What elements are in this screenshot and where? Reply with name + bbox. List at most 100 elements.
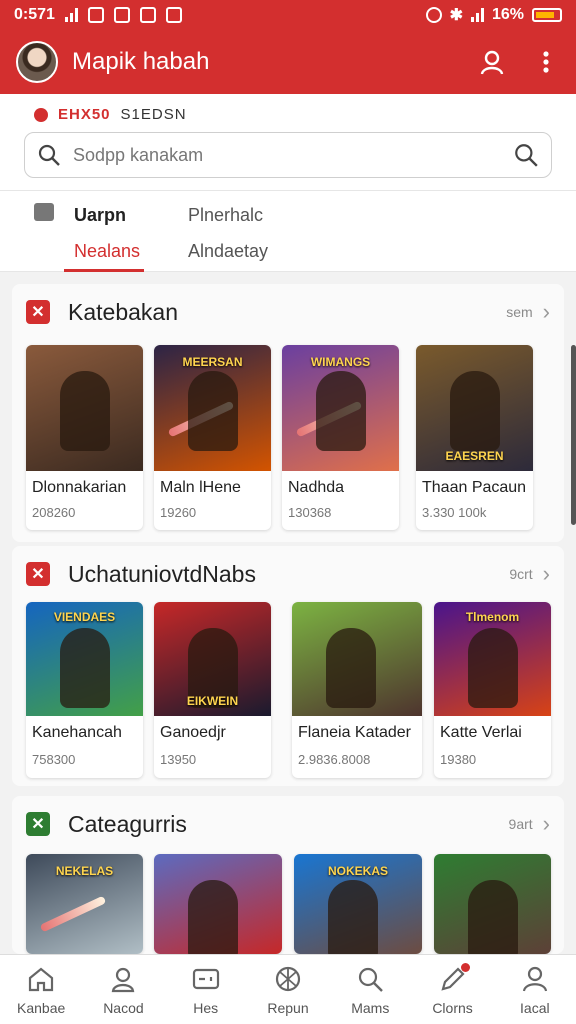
game-card[interactable]: Dlonnakarian 208260: [26, 345, 143, 530]
game-thumbnail: [154, 854, 282, 954]
game-card[interactable]: MEERSAN Maln lHene 19260: [154, 345, 271, 530]
tab-plnerhalc[interactable]: Plnerhalc: [188, 205, 263, 226]
game-count: 19380: [440, 752, 477, 767]
status-time: 0:571: [14, 6, 55, 23]
section-header[interactable]: ✕ Katebakan sem ›: [26, 284, 550, 340]
tab-bar: Uarpn Plnerhalc Nealans Alndaetay: [0, 190, 576, 272]
game-thumbnail: EIKWEIN: [154, 602, 271, 716]
tab-nealans[interactable]: Nealans: [74, 241, 140, 262]
profile-icon: [522, 966, 547, 991]
avatar[interactable]: [16, 41, 58, 83]
game-thumbnail: WIMANGS: [282, 345, 399, 471]
bottom-navigation: Kanbae Nacod Hes Repun Mams Clorns Iacal: [0, 954, 576, 1024]
section-title: Cateagurris: [68, 810, 187, 837]
tab-uarpn[interactable]: Uarpn: [74, 205, 126, 226]
see-more-link[interactable]: 9art: [509, 816, 533, 832]
game-thumbnail: [434, 854, 551, 954]
promo-code: EHX50: [58, 106, 111, 123]
game-title: Flaneia Katader: [298, 724, 411, 741]
nav-label: Iacal: [520, 999, 550, 1016]
nav-item-nacod[interactable]: Nacod: [82, 955, 164, 1024]
see-more-link[interactable]: 9crt: [509, 566, 532, 582]
search-input[interactable]: [73, 144, 513, 166]
chevron-right-icon[interactable]: ›: [543, 561, 550, 587]
wifi-icon: [470, 8, 484, 22]
nav-label: Kanbae: [17, 999, 66, 1016]
game-title: Nadhda: [288, 479, 345, 496]
mail-icon: [34, 203, 54, 221]
nav-label: Hes: [193, 999, 219, 1016]
alarm-icon: [425, 7, 442, 23]
signal-icon: [64, 8, 78, 22]
section-title: Katebakan: [68, 298, 178, 325]
nav-item-iacal[interactable]: Iacal: [494, 955, 576, 1024]
game-title: Ganoedjr: [160, 724, 226, 741]
nav-label: Mams: [351, 999, 390, 1016]
search-bar[interactable]: [24, 132, 552, 178]
more-vert-icon[interactable]: [532, 48, 560, 76]
game-card[interactable]: WIMANGS Nadhda 130368: [282, 345, 399, 530]
notification-icon: [87, 7, 104, 23]
section-katebakan: ✕ Katebakan sem › Dlonnakarian 208260 ME…: [12, 284, 564, 542]
nav-item-repun[interactable]: Repun: [247, 955, 329, 1024]
game-count: 758300: [32, 752, 76, 767]
pin-icon: [34, 107, 48, 122]
game-count: 208260: [32, 505, 76, 520]
active-tab-indicator: [64, 269, 144, 272]
category-badge-icon: ✕: [26, 562, 50, 586]
chevron-right-icon[interactable]: ›: [543, 299, 550, 325]
game-card[interactable]: Flaneia Katader 2.9836.8008: [292, 602, 422, 778]
sub-header: EHX50 S1EDSN: [0, 94, 576, 190]
game-thumbnail: Tlmenom: [434, 602, 551, 716]
section-uchatuniovtdnabs: ✕ UchatuniovtdNabs 9crt › VIENDAES Kaneh…: [12, 546, 564, 786]
game-thumbnail: [26, 345, 143, 471]
game-card[interactable]: Tlmenom Katte Verlai 19380: [434, 602, 551, 778]
section-header[interactable]: ✕ UchatuniovtdNabs 9crt ›: [26, 546, 550, 602]
game-thumbnail: [292, 602, 422, 716]
section-title: UchatuniovtdNabs: [68, 560, 256, 587]
nav-item-clorns[interactable]: Clorns: [411, 955, 493, 1024]
battery-percent: 16%: [491, 6, 524, 23]
game-count: 13950: [160, 752, 197, 767]
game-count: 130368: [288, 505, 332, 520]
see-more-link[interactable]: sem: [506, 304, 532, 320]
app-bar: Mapik habah: [0, 30, 576, 94]
section-header[interactable]: ✕ Cateagurris 9art ›: [26, 796, 550, 852]
game-card[interactable]: VIENDAES Kanehancah 758300: [26, 602, 143, 778]
game-thumbnail: EAESREN: [416, 345, 533, 471]
promo-banner[interactable]: EHX50 S1EDSN: [34, 106, 187, 123]
tab-alndaetay[interactable]: Alndaetay: [188, 241, 268, 262]
globe-icon: [275, 966, 301, 991]
nav-label: Repun: [267, 999, 309, 1016]
nav-item-hes[interactable]: Hes: [165, 955, 247, 1024]
image-icon: [139, 7, 156, 23]
nav-label: Clorns: [432, 999, 473, 1016]
user-search-icon[interactable]: [513, 142, 539, 168]
bluetooth-icon: ✱: [449, 7, 463, 24]
game-count: 19260: [160, 505, 197, 520]
battery-icon: [532, 8, 562, 22]
game-title: Thaan Pacaun: [422, 479, 527, 496]
status-bar: 0:571 ✱ 16%: [0, 0, 576, 30]
nav-item-kanbae[interactable]: Kanbae: [0, 955, 82, 1024]
account-icon[interactable]: [478, 48, 506, 76]
message-icon: [165, 7, 182, 23]
game-thumbnail: NEKELAS: [26, 854, 143, 954]
game-card[interactable]: NOKEKAS: [294, 854, 422, 954]
scrollbar[interactable]: [571, 345, 576, 525]
notification-dot: [460, 963, 470, 972]
game-card[interactable]: [434, 854, 551, 954]
game-thumbnail: MEERSAN: [154, 345, 271, 471]
chevron-right-icon[interactable]: ›: [543, 811, 550, 837]
nav-item-mams[interactable]: Mams: [329, 955, 411, 1024]
game-card[interactable]: [154, 854, 282, 954]
controller-icon: [192, 968, 219, 989]
game-card[interactable]: EAESREN Thaan Pacaun 3.330 100k: [416, 345, 533, 530]
search-icon: [38, 144, 60, 166]
game-card[interactable]: EIKWEIN Ganoedjr 13950: [154, 602, 271, 778]
search-icon: [359, 967, 384, 992]
game-card[interactable]: NEKELAS: [26, 854, 143, 954]
app-title: Mapik habah: [72, 48, 210, 75]
calendar-icon: [113, 7, 130, 23]
promo-text: S1EDSN: [120, 106, 187, 123]
